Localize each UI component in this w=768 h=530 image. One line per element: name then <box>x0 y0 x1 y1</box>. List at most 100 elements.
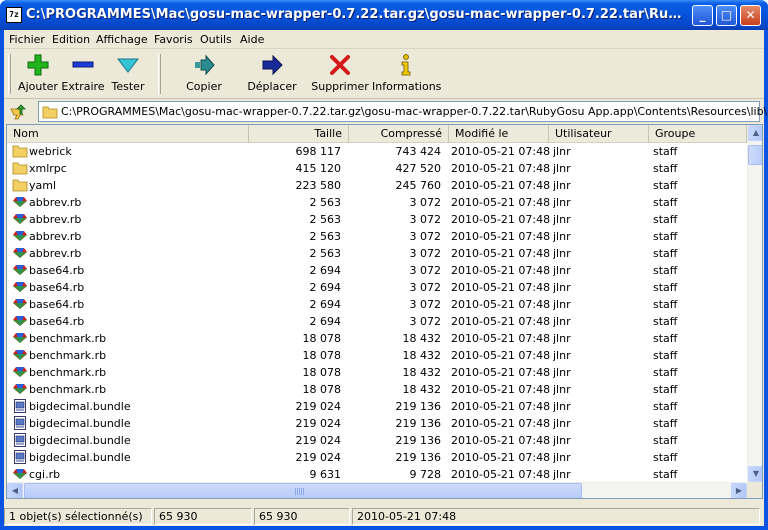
test-button[interactable]: Tester <box>108 53 148 97</box>
file-name: base64.rb <box>29 298 85 311</box>
info-button[interactable]: Informations <box>372 53 441 97</box>
app-icon[interactable]: 7z <box>6 7 22 23</box>
table-row[interactable]: benchmark.rb 18 078 18 432 2010-05-21 07:48… <box>7 330 747 347</box>
table-row[interactable]: base64.rb 2 694 3 072 2010-05-21 07:48 jlnr s… <box>7 313 747 330</box>
file-user: jlnr <box>553 179 571 192</box>
file-group: staff <box>653 332 678 345</box>
minimize-button[interactable]: _ <box>692 5 713 26</box>
table-row[interactable]: benchmark.rb 18 078 18 432 2010-05-21 07:48… <box>7 347 747 364</box>
menu-aide[interactable]: Aide <box>240 33 264 46</box>
scroll-up-button[interactable]: ▲ <box>748 125 762 141</box>
folder-icon <box>12 178 28 194</box>
file-user: jlnr <box>553 451 571 464</box>
menu-edition[interactable]: Edition <box>52 33 90 46</box>
plus-icon <box>27 54 49 76</box>
table-row[interactable]: abbrev.rb 2 563 3 072 2010-05-21 07:48 jlnr s… <box>7 245 747 262</box>
file-size: 2 563 <box>309 196 342 209</box>
file-group: staff <box>653 298 678 311</box>
address-input[interactable]: C:\PROGRAMMES\Mac\gosu-mac-wrapper-0.7.2… <box>38 101 767 122</box>
file-list[interactable]: Nom Taille Compressé Modifié le Utilisat… <box>6 124 763 499</box>
ruby-file-icon <box>12 314 28 330</box>
column-header-group[interactable]: Groupe <box>649 125 747 143</box>
file-size: 219 024 <box>295 434 342 447</box>
table-row[interactable]: benchmark.rb 18 078 18 432 2010-05-21 07:48… <box>7 381 747 398</box>
file-modified: 2010-05-21 07:48 <box>451 315 551 328</box>
column-header-modified[interactable]: Modifié le <box>449 125 549 143</box>
file-compressed: 3 072 <box>409 264 442 277</box>
close-button[interactable]: ✕ <box>740 5 761 26</box>
vertical-scrollbar[interactable]: ▲ ▼ <box>747 125 762 482</box>
file-size: 18 078 <box>302 349 342 362</box>
file-name: abbrev.rb <box>29 230 82 243</box>
up-folder-icon[interactable] <box>8 103 28 121</box>
table-row[interactable]: base64.rb 2 694 3 072 2010-05-21 07:48 jlnr s… <box>7 262 747 279</box>
table-row[interactable]: bigdecimal.bundle 219 024 219 136 2010-05-2… <box>7 398 747 415</box>
file-user: jlnr <box>553 264 571 277</box>
scroll-left-button[interactable]: ◀ <box>7 483 23 498</box>
move-arrow-icon <box>262 54 283 76</box>
table-row[interactable]: base64.rb 2 694 3 072 2010-05-21 07:48 jlnr s… <box>7 296 747 313</box>
table-row[interactable]: cgi.rb 9 631 9 728 2010-05-21 07:48 jlnr staf… <box>7 466 747 483</box>
menu-outils[interactable]: Outils <box>200 33 232 46</box>
column-header-size[interactable]: Taille <box>249 125 349 143</box>
menu-bar: Fichier Edition Affichage Favoris Outils… <box>4 30 764 49</box>
column-header-compressed[interactable]: Compressé <box>349 125 449 143</box>
table-row[interactable]: abbrev.rb 2 563 3 072 2010-05-21 07:48 jlnr s… <box>7 228 747 245</box>
file-modified: 2010-05-21 07:48 <box>451 332 551 345</box>
vertical-scroll-thumb[interactable] <box>748 145 762 165</box>
column-header-name[interactable]: Nom <box>7 125 249 143</box>
file-user: jlnr <box>553 162 571 175</box>
table-row[interactable]: abbrev.rb 2 563 3 072 2010-05-21 07:48 jlnr s… <box>7 194 747 211</box>
extract-button[interactable]: Extraire <box>60 53 106 97</box>
file-group: staff <box>653 179 678 192</box>
file-compressed: 427 520 <box>395 162 442 175</box>
file-name: bigdecimal.bundle <box>29 400 131 413</box>
file-modified: 2010-05-21 07:48 <box>451 162 551 175</box>
table-row[interactable]: xmlrpc 415 120 427 520 2010-05-21 07:48 jlnr… <box>7 160 747 177</box>
file-size: 219 024 <box>295 400 342 413</box>
file-modified: 2010-05-21 07:48 <box>451 230 551 243</box>
file-size: 219 024 <box>295 417 342 430</box>
table-row[interactable]: webrick 698 117 743 424 2010-05-21 07:48 jln… <box>7 143 747 160</box>
bundle-file-icon <box>12 416 28 432</box>
delete-label: Supprimer <box>311 80 369 93</box>
toolbar-grip[interactable] <box>8 54 11 94</box>
menu-fichier[interactable]: Fichier <box>9 33 45 46</box>
file-modified: 2010-05-21 07:48 <box>451 383 551 396</box>
add-button[interactable]: Ajouter <box>16 53 60 97</box>
scroll-down-button[interactable]: ▼ <box>748 466 762 482</box>
minus-icon <box>72 61 94 68</box>
table-row[interactable]: benchmark.rb 18 078 18 432 2010-05-21 07:48… <box>7 364 747 381</box>
scroll-right-button[interactable]: ▶ <box>731 483 747 498</box>
file-size: 2 694 <box>309 264 342 277</box>
file-compressed: 3 072 <box>409 315 442 328</box>
column-header-user[interactable]: Utilisateur <box>549 125 649 143</box>
file-size: 2 563 <box>309 213 342 226</box>
file-name: benchmark.rb <box>29 349 107 362</box>
horizontal-scroll-thumb[interactable] <box>24 483 582 498</box>
file-size: 18 078 <box>302 332 342 345</box>
file-modified: 2010-05-21 07:48 <box>451 400 551 413</box>
table-row[interactable]: bigdecimal.bundle 219 024 219 136 2010-05-2… <box>7 432 747 449</box>
delete-button[interactable]: Supprimer <box>310 53 370 97</box>
file-name: benchmark.rb <box>29 383 107 396</box>
menu-favoris[interactable]: Favoris <box>154 33 193 46</box>
horizontal-scrollbar[interactable]: ◀ ▶ <box>7 482 747 498</box>
title-bar[interactable]: 7z C:\PROGRAMMES\Mac\gosu-mac-wrapper-0.… <box>0 0 768 30</box>
bundle-file-icon <box>12 433 28 449</box>
file-modified: 2010-05-21 07:48 <box>451 179 551 192</box>
move-button[interactable]: Déplacer <box>244 53 300 97</box>
menu-affichage[interactable]: Affichage <box>96 33 148 46</box>
table-row[interactable]: yaml 223 580 245 760 2010-05-21 07:48 jlnr st… <box>7 177 747 194</box>
file-user: jlnr <box>553 247 571 260</box>
file-user: jlnr <box>553 196 571 209</box>
maximize-button[interactable]: □ <box>716 5 737 26</box>
toolbar-grip-2[interactable] <box>158 54 161 94</box>
table-row[interactable]: bigdecimal.bundle 219 024 219 136 2010-05-2… <box>7 449 747 466</box>
copy-button[interactable]: Copier <box>180 53 228 97</box>
table-row[interactable]: abbrev.rb 2 563 3 072 2010-05-21 07:48 jlnr s… <box>7 211 747 228</box>
file-compressed: 3 072 <box>409 230 442 243</box>
table-row[interactable]: bigdecimal.bundle 219 024 219 136 2010-05-2… <box>7 415 747 432</box>
table-row[interactable]: base64.rb 2 694 3 072 2010-05-21 07:48 jlnr s… <box>7 279 747 296</box>
file-modified: 2010-05-21 07:48 <box>451 366 551 379</box>
